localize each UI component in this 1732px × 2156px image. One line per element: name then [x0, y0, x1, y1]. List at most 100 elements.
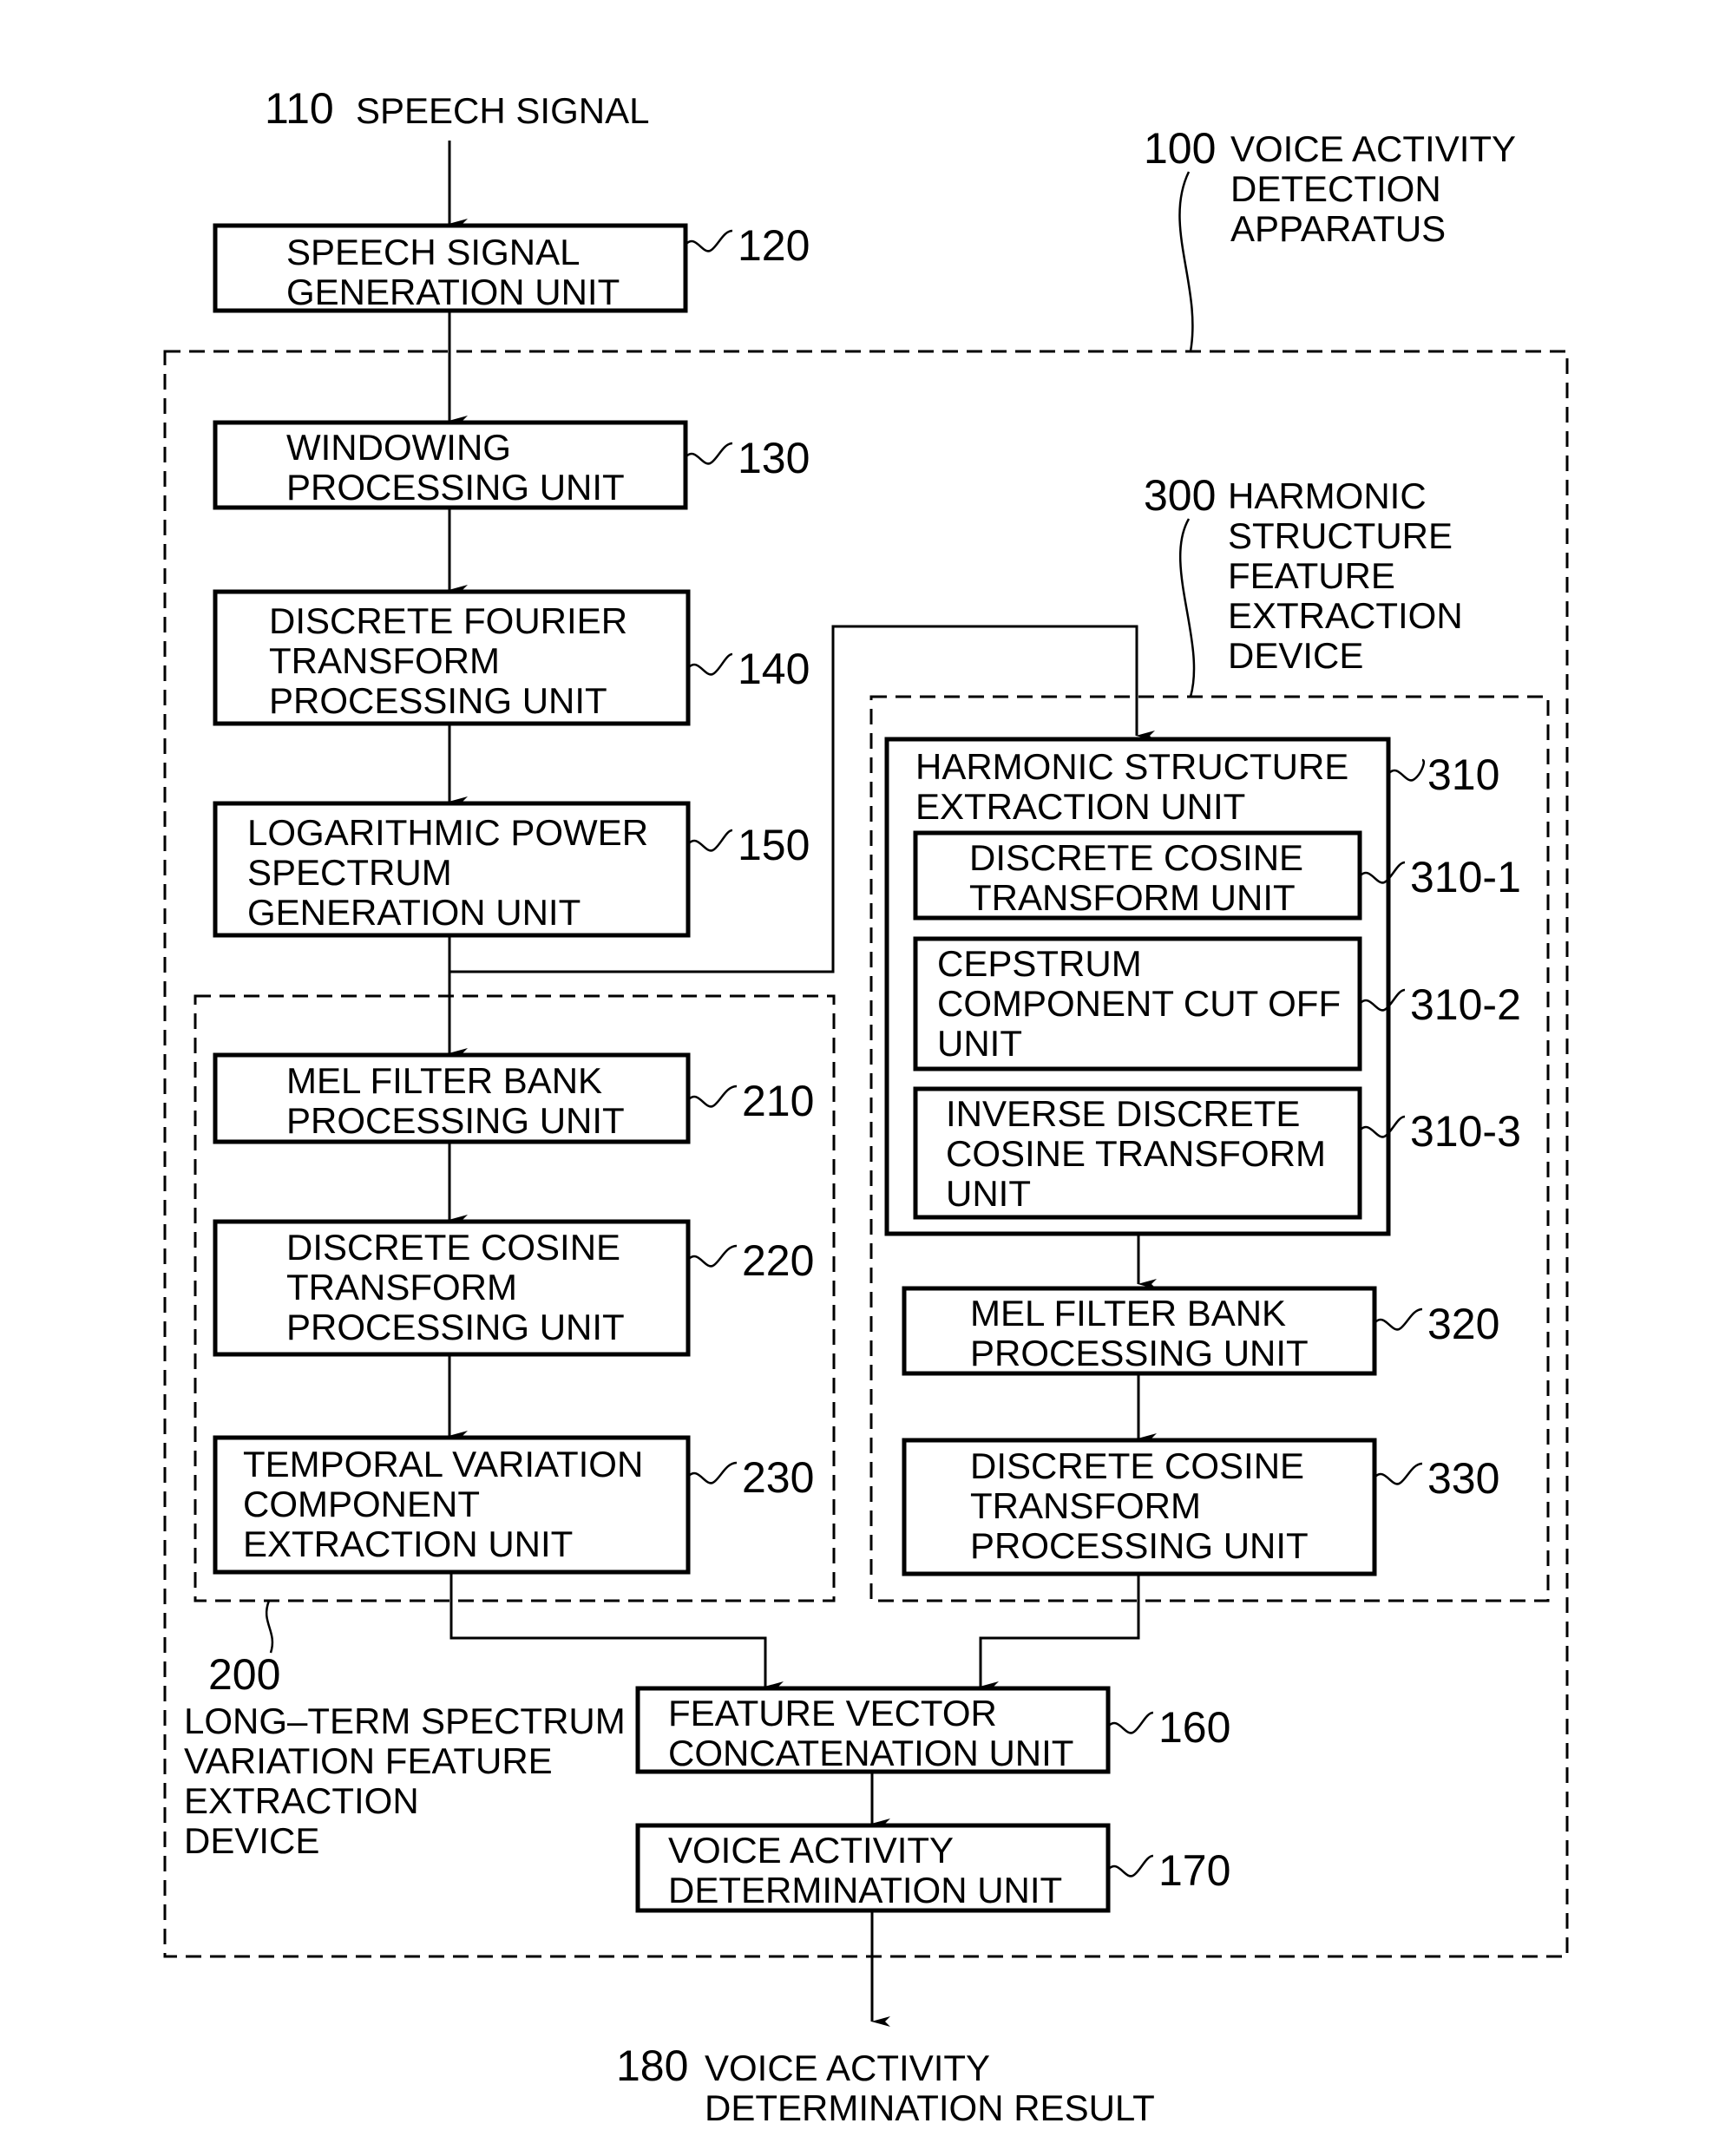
block-230-ref-leader — [687, 1461, 738, 1484]
block-170: VOICE ACTIVITYDETERMINATION UNIT 170 — [635, 1823, 1230, 1913]
block-120-label-line: SPEECH SIGNAL — [286, 232, 580, 272]
input-110-label: SPEECH SIGNAL — [356, 90, 649, 131]
output-180-label-line: VOICE ACTIVITY — [705, 2048, 990, 2088]
block-220: DISCRETE COSINETRANSFORMPROCESSING UNIT 2… — [213, 1219, 814, 1357]
block-130: WINDOWINGPROCESSING UNIT 130 — [213, 420, 810, 510]
block-120-ref-number: 120 — [738, 221, 810, 270]
block-320-ref-leader — [1374, 1307, 1423, 1331]
block-330-label-line: DISCRETE COSINE — [970, 1445, 1304, 1486]
block-160-label-line: FEATURE VECTOR — [668, 1693, 997, 1733]
group-300-label-line: EXTRACTION — [1228, 595, 1463, 636]
block-210: MEL FILTER BANKPROCESSING UNIT 210 — [213, 1052, 814, 1144]
block-170-label-line: DETERMINATION UNIT — [668, 1870, 1062, 1910]
group-100-label-line: APPARATUS — [1230, 208, 1446, 249]
block-170-label-line: VOICE ACTIVITY — [668, 1830, 954, 1871]
block-220-ref-number: 220 — [742, 1236, 814, 1285]
block-160-label-line: CONCATENATION UNIT — [668, 1733, 1073, 1773]
block-310-3-label-line: INVERSE DISCRETE — [946, 1093, 1300, 1134]
leader-200 — [265, 1600, 274, 1654]
block-310-1-label-line: TRANSFORM UNIT — [969, 877, 1296, 918]
group-200-label-line: DEVICE — [184, 1820, 319, 1861]
block-diagram: SPEECH SIGNALGENERATION UNIT120WINDOWING… — [163, 84, 1569, 2128]
block-310-label-line: EXTRACTION UNIT — [915, 786, 1245, 827]
group-200-ref: 200 — [208, 1650, 280, 1699]
group-100-label-line: DETECTION — [1230, 168, 1441, 209]
block-150: LOGARITHMIC POWERSPECTRUMGENERATION UNIT… — [213, 801, 810, 938]
block-210-ref-leader — [687, 1085, 738, 1108]
block-130-ref-leader — [685, 442, 733, 465]
group-200-label-line: VARIATION FEATURE — [184, 1740, 553, 1781]
block-230-label-line: EXTRACTION UNIT — [243, 1524, 573, 1564]
leader-100 — [1178, 171, 1194, 352]
block-140-label-line: PROCESSING UNIT — [269, 680, 607, 721]
block-120-label-line: GENERATION UNIT — [286, 272, 620, 312]
group-300-ref: 300 — [1144, 471, 1216, 520]
block-160: FEATURE VECTORCONCATENATION UNIT 160 — [635, 1686, 1230, 1774]
block-310-1-label-line: DISCRETE COSINE — [969, 837, 1303, 878]
group-200-label-line: LONG–TERM SPECTRUM — [184, 1701, 626, 1741]
block-130-label-line: PROCESSING UNIT — [286, 467, 625, 508]
block-310-ref-number: 310 — [1427, 750, 1499, 799]
block-120: SPEECH SIGNALGENERATION UNIT 120 — [213, 221, 810, 313]
block-150-label-line: LOGARITHMIC POWER — [247, 812, 648, 853]
block-210-label-line: MEL FILTER BANK — [286, 1060, 602, 1101]
block-310-ref-leader — [1388, 758, 1426, 782]
block-150-ref-number: 150 — [738, 821, 810, 869]
block-330-label-line: PROCESSING UNIT — [970, 1525, 1309, 1566]
block-310-2-label-line: CEPSTRUM — [937, 943, 1142, 984]
input-110-ref: 110 — [265, 84, 334, 133]
group-100-label-line: VOICE ACTIVITY — [1230, 128, 1516, 169]
block-140-label-line: TRANSFORM — [269, 640, 500, 681]
block-330: DISCRETE COSINETRANSFORMPROCESSING UNIT 3… — [902, 1438, 1499, 1576]
block-150-label-line: GENERATION UNIT — [247, 892, 581, 933]
block-140-label-line: DISCRETE FOURIER — [269, 600, 627, 641]
block-130-ref-number: 130 — [738, 434, 810, 482]
block-210-label-line: PROCESSING UNIT — [286, 1100, 625, 1141]
group-300-label-line: STRUCTURE — [1228, 515, 1453, 556]
block-150-label-line: SPECTRUM — [247, 852, 452, 893]
group-100-ref: 100 — [1144, 124, 1216, 173]
block-150-ref-leader — [687, 829, 733, 852]
block-230-label-line: COMPONENT — [243, 1484, 480, 1524]
arrow-230-to-160 — [449, 1572, 784, 1692]
output-180-label-line: DETERMINATION RESULT — [705, 2087, 1155, 2128]
group-300-label-line: HARMONIC — [1228, 475, 1427, 516]
block-170-ref-number: 170 — [1158, 1846, 1230, 1895]
block-330-ref-leader — [1374, 1462, 1423, 1485]
block-160-ref-leader — [1107, 1711, 1154, 1734]
block-330-ref-number: 330 — [1427, 1454, 1499, 1503]
block-230-ref-number: 230 — [742, 1453, 814, 1502]
block-140-ref-number: 140 — [738, 645, 810, 693]
block-220-label-line: DISCRETE COSINE — [286, 1227, 620, 1268]
block-320-ref-number: 320 — [1427, 1300, 1499, 1348]
block-320: MEL FILTER BANKPROCESSING UNIT 320 — [902, 1286, 1499, 1376]
block-310-1-ref-number: 310-1 — [1410, 853, 1521, 901]
block-120-ref-leader — [685, 229, 733, 252]
block-140-ref-leader — [687, 652, 733, 676]
block-310-2-ref-number: 310-2 — [1410, 980, 1521, 1029]
block-230: TEMPORAL VARIATIONCOMPONENTEXTRACTION UN… — [213, 1435, 814, 1575]
block-140: DISCRETE FOURIERTRANSFORMPROCESSING UNIT… — [213, 589, 810, 726]
block-310-2-label-line: UNIT — [937, 1023, 1022, 1064]
block-320-label-line: MEL FILTER BANK — [970, 1293, 1286, 1334]
block-220-label-line: PROCESSING UNIT — [286, 1307, 625, 1347]
block-310-3-label-line: UNIT — [946, 1173, 1031, 1214]
block-310-2: CEPSTRUMCOMPONENT CUT OFFUNIT 310-2 — [913, 936, 1521, 1071]
arrow-330-to-160 — [979, 1574, 1140, 1692]
block-310-1: DISCRETE COSINETRANSFORM UNIT 310-1 — [913, 830, 1521, 921]
output-180-ref: 180 — [616, 2041, 688, 2090]
block-210-ref-number: 210 — [742, 1077, 814, 1125]
block-130-label-line: WINDOWING — [286, 427, 511, 468]
block-230-label-line: TEMPORAL VARIATION — [243, 1444, 643, 1484]
block-170-ref-leader — [1107, 1854, 1154, 1877]
block-160-ref-number: 160 — [1158, 1703, 1230, 1752]
block-330-label-line: TRANSFORM — [970, 1485, 1201, 1526]
block-320-label-line: PROCESSING UNIT — [970, 1333, 1309, 1373]
leader-300 — [1178, 518, 1196, 698]
block-310-3-ref-number: 310-3 — [1410, 1107, 1521, 1156]
block-220-label-line: TRANSFORM — [286, 1267, 517, 1307]
block-310-3: INVERSE DISCRETECOSINE TRANSFORMUNIT 310-… — [913, 1086, 1521, 1220]
group-300-label-line: DEVICE — [1228, 635, 1363, 676]
block-310-2-label-line: COMPONENT CUT OFF — [937, 983, 1341, 1024]
group-300-label-line: FEATURE — [1228, 555, 1395, 596]
